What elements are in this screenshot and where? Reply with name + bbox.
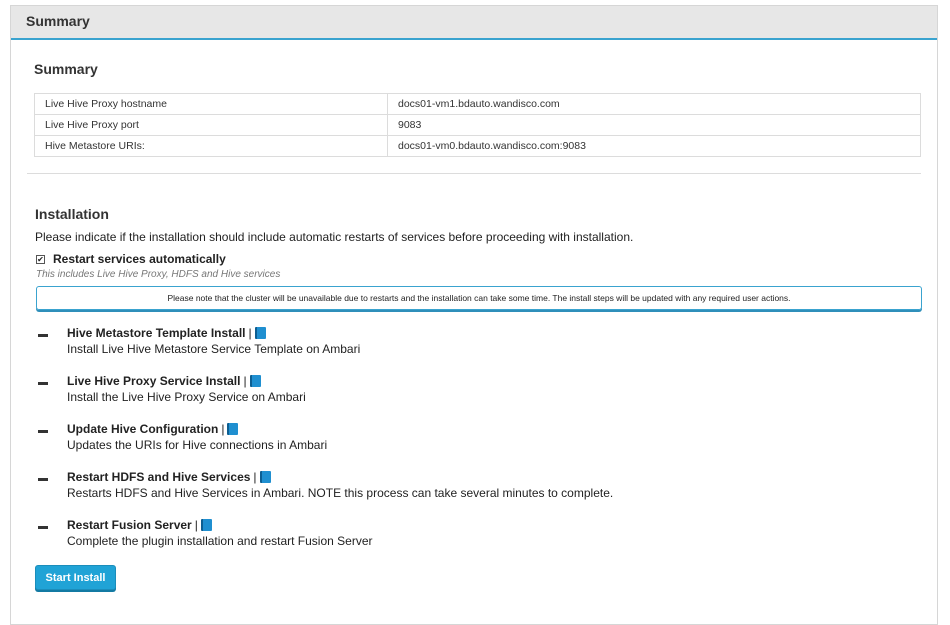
collapse-icon[interactable] <box>38 430 48 433</box>
install-step: Restart HDFS and Hive Services | Restart… <box>35 468 915 516</box>
collapse-icon[interactable] <box>38 526 48 529</box>
collapse-icon[interactable] <box>38 478 48 481</box>
section-divider <box>27 173 921 174</box>
summary-panel: Summary Summary Live Hive Proxy hostname… <box>10 5 938 625</box>
summary-key: Live Hive Proxy port <box>34 114 388 136</box>
step-title: Restart Fusion Server <box>67 518 192 532</box>
collapse-icon[interactable] <box>38 382 48 385</box>
table-row: Live Hive Proxy hostname docs01-vm1.bdau… <box>34 93 921 115</box>
step-separator: | <box>248 326 252 340</box>
summary-table: Live Hive Proxy hostname docs01-vm1.bdau… <box>34 93 921 157</box>
step-title: Update Hive Configuration <box>67 422 219 436</box>
step-description: Install the Live Hive Proxy Service on A… <box>67 390 306 404</box>
step-separator: | <box>243 374 247 388</box>
restart-services-label[interactable]: Restart services automatically <box>53 252 226 266</box>
summary-key: Hive Metastore URIs: <box>34 135 388 157</box>
start-install-button[interactable]: Start Install <box>35 565 116 590</box>
collapse-icon[interactable] <box>38 334 48 337</box>
step-description: Updates the URIs for Hive connections in… <box>67 438 328 452</box>
install-step: Hive Metastore Template Install | Instal… <box>35 324 915 372</box>
step-separator: | <box>221 422 225 436</box>
summary-value: docs01-vm1.bdauto.wandisco.com <box>387 93 921 115</box>
restart-services-hint: This includes Live Hive Proxy, HDFS and … <box>36 269 281 280</box>
book-icon[interactable] <box>254 327 266 339</box>
restart-services-option[interactable]: ✔ Restart services automatically <box>36 252 226 266</box>
install-step: Update Hive Configuration | Updates the … <box>35 420 915 468</box>
restart-services-checkbox[interactable]: ✔ <box>36 254 45 264</box>
step-description: Restarts HDFS and Hive Services in Ambar… <box>67 486 614 500</box>
installation-section-title: Installation <box>35 206 109 222</box>
installation-instructions: Please indicate if the installation shou… <box>35 230 634 244</box>
step-separator: | <box>253 470 257 484</box>
step-description: Install Live Hive Metastore Service Temp… <box>67 342 361 356</box>
summary-key: Live Hive Proxy hostname <box>34 93 388 115</box>
step-title: Hive Metastore Template Install <box>67 326 246 340</box>
summary-value: docs01-vm0.bdauto.wandisco.com:9083 <box>387 135 921 157</box>
install-step: Live Hive Proxy Service Install | Instal… <box>35 372 915 420</box>
book-icon[interactable] <box>259 471 271 483</box>
summary-value: 9083 <box>387 114 921 136</box>
step-description: Complete the plugin installation and res… <box>67 534 373 548</box>
step-title: Restart HDFS and Hive Services <box>67 470 251 484</box>
panel-header: Summary <box>11 6 937 40</box>
table-row: Live Hive Proxy port 9083 <box>34 114 921 136</box>
install-step: Restart Fusion Server | Complete the plu… <box>35 516 915 564</box>
install-steps-list: Hive Metastore Template Install | Instal… <box>35 324 915 564</box>
step-separator: | <box>194 518 198 532</box>
book-icon[interactable] <box>227 423 239 435</box>
book-icon[interactable] <box>200 519 212 531</box>
table-row: Hive Metastore URIs: docs01-vm0.bdauto.w… <box>34 135 921 157</box>
step-title: Live Hive Proxy Service Install <box>67 374 241 388</box>
summary-section-title: Summary <box>34 61 98 77</box>
cluster-unavailable-notice: Please note that the cluster will be una… <box>36 286 922 310</box>
panel-title: Summary <box>26 13 90 29</box>
book-icon[interactable] <box>249 375 261 387</box>
